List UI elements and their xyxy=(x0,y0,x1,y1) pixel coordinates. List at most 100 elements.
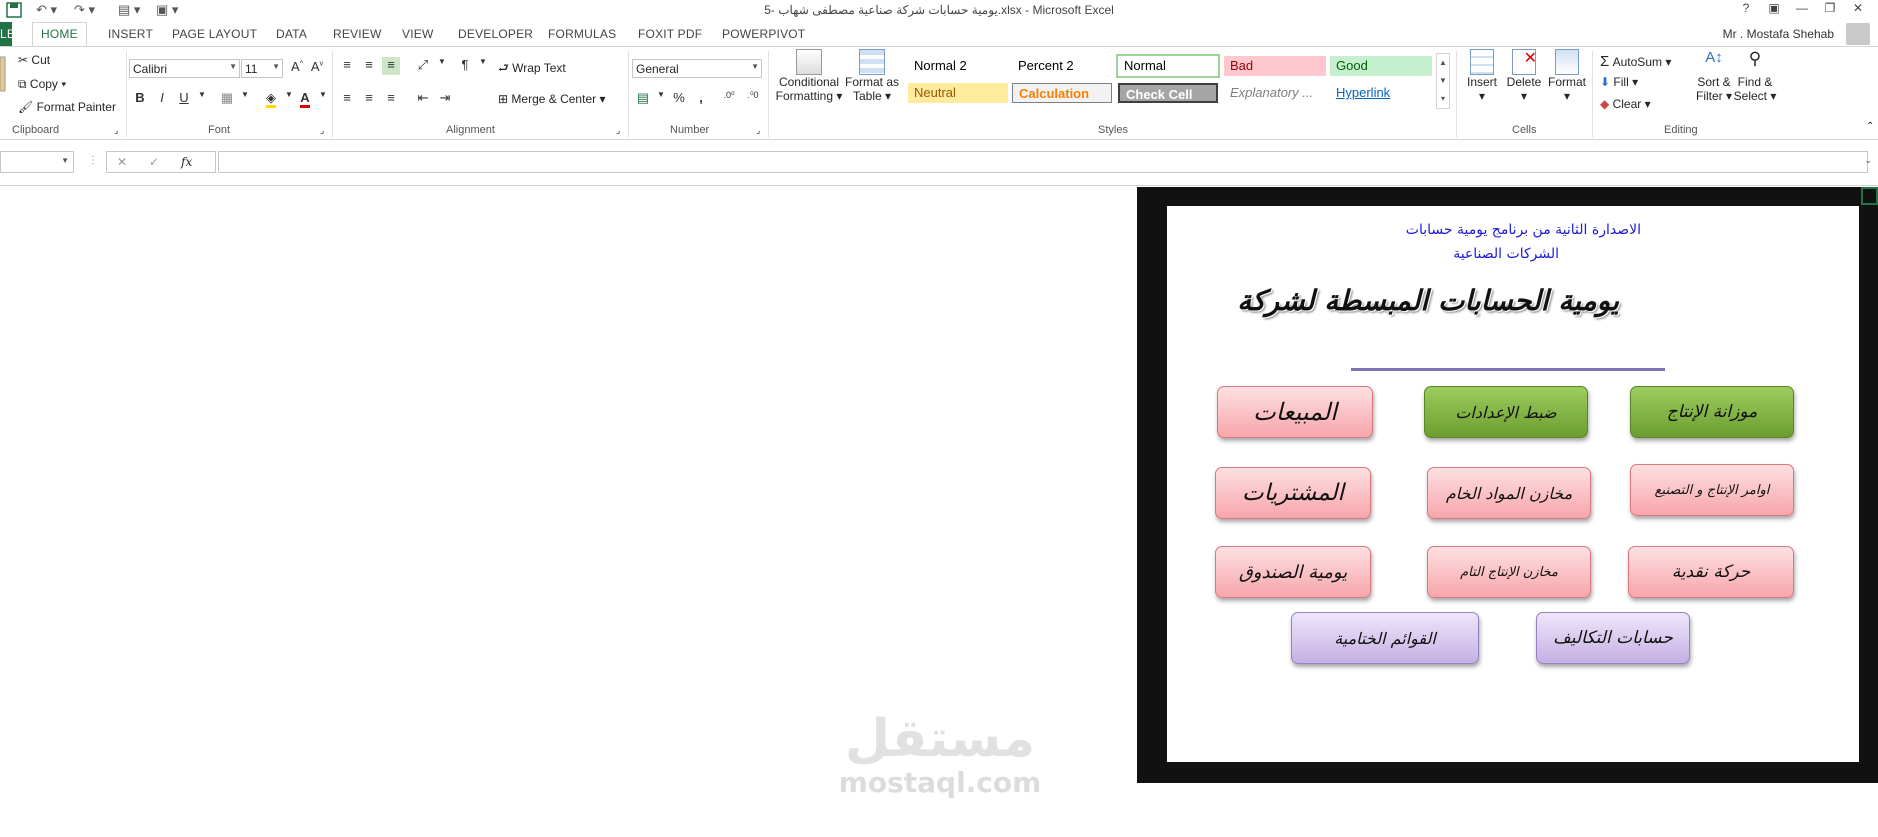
decrease-decimal-icon[interactable]: .⁰0 xyxy=(744,90,762,108)
decrease-indent-icon[interactable]: ⇤ xyxy=(414,90,432,108)
help-icon[interactable]: ? xyxy=(1732,1,1760,15)
tab-file[interactable]: LE xyxy=(0,22,12,46)
button-cash-journal[interactable]: يومية الصندوق xyxy=(1215,546,1371,598)
splitter-icon[interactable]: ⋮ xyxy=(88,155,98,166)
chevron-down-icon[interactable]: ▼ xyxy=(433,57,451,75)
style-explanatory[interactable]: Explanatory ... xyxy=(1224,83,1326,103)
tab-home[interactable]: HOME xyxy=(32,22,87,47)
paste-icon[interactable] xyxy=(0,53,6,96)
button-purchases[interactable]: المشتريات xyxy=(1215,467,1371,519)
clear-button[interactable]: ◆ Clear ▾ xyxy=(1600,97,1651,111)
style-neutral[interactable]: Neutral xyxy=(908,83,1008,103)
fill-color-icon[interactable]: ◈ xyxy=(262,90,280,108)
font-size-select[interactable]: 11 ▼ xyxy=(241,59,283,78)
style-percent-2[interactable]: Percent 2 xyxy=(1012,56,1112,76)
restore-icon[interactable]: ❐ xyxy=(1816,1,1844,15)
tab-formulas[interactable]: FORMULAS xyxy=(548,27,616,41)
button-finished-goods-store[interactable]: مخازن الإنتاج التام xyxy=(1427,546,1591,598)
style-hyperlink[interactable]: Hyperlink xyxy=(1330,83,1432,103)
tab-review[interactable]: REVIEW xyxy=(333,27,382,41)
rtl-icon[interactable]: ¶ xyxy=(456,57,474,75)
button-raw-materials-store[interactable]: مخازن المواد الخام xyxy=(1427,467,1591,519)
dialog-launcher-icon[interactable]: ⌟ xyxy=(616,125,620,136)
format-button[interactable]: Format ▾ xyxy=(1546,49,1588,103)
align-bottom-icon[interactable]: ≡ xyxy=(382,57,400,75)
user-name[interactable]: Mr . Mostafa Shehab xyxy=(1723,27,1834,41)
delete-button[interactable]: ✕ Delete ▾ xyxy=(1504,49,1544,103)
copy-button[interactable]: ⧉ Copy ▾ xyxy=(18,77,66,92)
button-cost-accounts[interactable]: حسابات التكاليف xyxy=(1536,612,1690,664)
style-bad[interactable]: Bad xyxy=(1224,56,1326,76)
insert-function-icon[interactable]: fx xyxy=(181,155,192,169)
tab-view[interactable]: VIEW xyxy=(402,27,433,41)
autosum-button[interactable]: Σ AutoSum ▾ xyxy=(1600,53,1671,70)
ribbon-display-icon[interactable]: ▣ xyxy=(1760,1,1788,15)
comma-style-button[interactable]: , xyxy=(692,90,710,108)
bold-button[interactable]: B xyxy=(131,90,149,108)
tab-powerpivot[interactable]: POWERPIVOT xyxy=(722,27,805,41)
italic-button[interactable]: I xyxy=(153,90,171,108)
align-middle-icon[interactable]: ≡ xyxy=(360,57,378,75)
align-top-icon[interactable]: ≡ xyxy=(338,57,356,75)
increase-indent-icon[interactable]: ⇥ xyxy=(436,90,454,108)
dialog-launcher-icon[interactable]: ⌟ xyxy=(114,125,118,136)
button-settings[interactable]: ضبط الإعدادات xyxy=(1424,386,1588,438)
dialog-launcher-icon[interactable]: ⌟ xyxy=(756,125,760,136)
style-check-cell[interactable]: Check Cell xyxy=(1118,83,1218,103)
number-format-select[interactable]: General ▼ xyxy=(632,59,762,78)
tab-page-layout[interactable]: PAGE LAYOUT xyxy=(172,27,257,41)
tab-data[interactable]: DATA xyxy=(276,27,307,41)
style-calculation[interactable]: Calculation xyxy=(1012,83,1112,103)
borders-icon[interactable]: ▦ xyxy=(218,90,236,108)
font-name-select[interactable]: Calibri ▼ xyxy=(129,59,240,78)
conditional-formatting-button[interactable]: Conditional Formatting ▾ xyxy=(774,49,844,103)
active-cell[interactable] xyxy=(1861,187,1878,205)
fill-button[interactable]: ⬇ Fill ▾ xyxy=(1600,75,1638,89)
tab-developer[interactable]: DEVELOPER xyxy=(458,27,533,41)
tab-foxit-pdf[interactable]: FOXIT PDF xyxy=(638,27,702,41)
format-as-table-button[interactable]: Format as Table ▾ xyxy=(844,49,900,103)
chevron-down-icon[interactable]: ▼ xyxy=(236,90,254,108)
orientation-icon[interactable]: ⤢ xyxy=(414,57,432,75)
avatar[interactable] xyxy=(1846,23,1870,45)
cut-button[interactable]: ✂ Cut xyxy=(18,53,50,67)
format-painter-button[interactable]: 🖌 Format Painter xyxy=(18,100,116,114)
button-final-statements[interactable]: القوائم الختامية xyxy=(1291,612,1479,664)
dialog-launcher-icon[interactable]: ⌟ xyxy=(320,125,324,136)
minimize-icon[interactable]: — xyxy=(1788,1,1816,15)
name-box[interactable]: ▼ xyxy=(0,151,74,173)
find-select-button[interactable]: ⚲ Find & Select ▾ xyxy=(1730,49,1780,103)
chevron-down-icon[interactable]: ▼ xyxy=(652,90,670,108)
style-good[interactable]: Good xyxy=(1330,56,1432,76)
align-center-icon[interactable]: ≡ xyxy=(360,90,378,108)
styles-scrollbar[interactable]: ▲ ▼ ▾ xyxy=(1436,53,1450,109)
chevron-down-icon[interactable]: ▼ xyxy=(474,57,492,75)
align-left-icon[interactable]: ≡ xyxy=(338,90,356,108)
percent-style-button[interactable]: % xyxy=(670,90,688,108)
wrap-text-button[interactable]: ⮐ Wrap Text xyxy=(498,59,566,80)
button-sales[interactable]: المبيعات xyxy=(1217,386,1373,438)
underline-button[interactable]: U xyxy=(175,90,193,108)
expand-formula-bar-icon[interactable]: ⌄ xyxy=(1864,155,1872,166)
style-normal-2[interactable]: Normal 2 xyxy=(908,56,1008,76)
chevron-down-icon[interactable]: ▼ xyxy=(314,90,332,108)
close-icon[interactable]: ✕ xyxy=(1844,1,1872,15)
insert-button[interactable]: Insert ▾ xyxy=(1462,49,1502,103)
button-cash-movement[interactable]: حركة نقدية xyxy=(1628,546,1794,598)
chevron-down-icon[interactable]: ▼ xyxy=(193,90,211,108)
collapse-ribbon-icon[interactable]: ⌃ xyxy=(1866,121,1874,132)
merge-center-button[interactable]: ⊞ Merge & Center ▾ xyxy=(498,92,605,106)
cancel-icon[interactable]: ✕ xyxy=(117,155,127,169)
enter-icon[interactable]: ✓ xyxy=(149,155,159,169)
shrink-font-icon[interactable]: Av xyxy=(308,59,326,77)
accounting-format-icon[interactable]: ▤ xyxy=(634,90,652,108)
button-production-orders[interactable]: اوامر الإنتاج و التصنيع xyxy=(1630,464,1794,516)
grow-font-icon[interactable]: A^ xyxy=(288,59,306,77)
align-right-icon[interactable]: ≡ xyxy=(382,90,400,108)
increase-decimal-icon[interactable]: .0⁰ xyxy=(720,90,738,108)
font-color-icon[interactable]: A xyxy=(296,90,314,108)
formula-input[interactable] xyxy=(218,151,1868,173)
tab-insert[interactable]: INSERT xyxy=(108,27,153,41)
style-normal[interactable]: Normal xyxy=(1116,54,1220,78)
button-production-budget[interactable]: موزانة الإنتاج xyxy=(1630,386,1794,438)
